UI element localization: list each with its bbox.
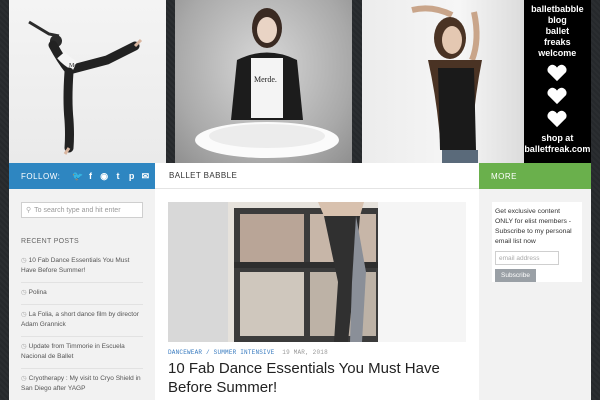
subscribe-button-label: Subscribe xyxy=(501,272,530,279)
right-sidebar: Get exclusive content ONLY for elist mem… xyxy=(479,189,591,400)
banner-photo-dancer-tutu[interactable]: Merde. xyxy=(174,0,352,163)
recent-post-link[interactable]: ◷ Cryotherapy : My visit to Cryo Shield i… xyxy=(21,369,143,400)
promo-text: balletbabble blog ballet freaks welcome xyxy=(531,4,584,59)
subscribe-text: Get exclusive content ONLY for elist mem… xyxy=(495,208,572,245)
left-sidebar: ⚲ To search type and hit enter RECENT PO… xyxy=(9,189,155,400)
email-field[interactable]: email address xyxy=(495,251,559,265)
clock-icon: ◷ xyxy=(21,257,27,264)
follow-label: FOLLOW: xyxy=(21,171,61,181)
post-title[interactable]: 10 Fab Dance Essentials You Must Have Be… xyxy=(168,359,468,397)
dancer-illustration: Merde. xyxy=(194,8,339,158)
recent-post-link[interactable]: ◷ 10 Fab Dance Essentials You Must Have B… xyxy=(21,251,143,283)
more-tab[interactable]: MORE xyxy=(479,163,591,189)
instagram-icon[interactable]: ◉ xyxy=(100,171,109,181)
recent-post-title: Polina xyxy=(28,289,47,296)
shirt-text: Merde. xyxy=(254,75,277,84)
promo-line: balletbabble xyxy=(531,4,584,14)
follow-bar: FOLLOW: 🐦 f ◉ t p ✉ xyxy=(9,163,155,189)
promo-line: ballet xyxy=(545,26,570,36)
more-label: MORE xyxy=(491,171,517,181)
promo-line: welcome xyxy=(538,48,577,58)
search-icon: ⚲ xyxy=(26,207,32,214)
promo-line: blog xyxy=(547,15,567,25)
recent-post-title: La Folia, a short dance film by director… xyxy=(21,311,139,328)
recent-post-title: Cryotherapy : My visit to Cryo Shield in… xyxy=(21,375,141,392)
banner-photo-dancer-arabesque[interactable]: Merde. xyxy=(9,0,166,163)
category-link-summer-intensive[interactable]: SUMMER INTENSIVE xyxy=(214,349,275,356)
recent-post-title: 10 Fab Dance Essentials You Must Have Be… xyxy=(21,257,130,274)
facebook-icon[interactable]: f xyxy=(86,171,95,181)
nav-bar: FOLLOW: 🐦 f ◉ t p ✉ BALLET BABBLE MORE xyxy=(9,163,591,189)
clock-icon: ◷ xyxy=(21,375,27,382)
nav-menu-ballet-babble[interactable]: BALLET BABBLE xyxy=(155,163,479,189)
tumblr-icon[interactable]: t xyxy=(114,171,123,181)
shop-promo-panel[interactable]: balletbabble blog ballet freaks welcome … xyxy=(523,0,592,163)
post-date: 19 MAR, 2018 xyxy=(282,349,328,356)
email-icon[interactable]: ✉ xyxy=(141,171,150,181)
post-meta: DANCEWEAR / SUMMER INTENSIVE 19 MAR, 201… xyxy=(168,349,328,356)
heart-icon xyxy=(547,64,567,82)
dancer-illustration xyxy=(411,5,482,163)
clock-icon: ◷ xyxy=(21,311,27,318)
featured-photo xyxy=(168,202,466,342)
header-banner: Merde. Merde. balletbabble blog ballet f… xyxy=(9,0,592,163)
nav-item-label: BALLET BABBLE xyxy=(169,171,238,180)
twitter-icon[interactable]: 🐦 xyxy=(72,171,83,181)
category-separator: / xyxy=(206,349,214,356)
subscribe-button[interactable]: Subscribe xyxy=(495,269,536,282)
email-placeholder: email address xyxy=(499,254,540,262)
category-link-dancewear[interactable]: DANCEWEAR xyxy=(168,349,202,356)
shop-link-line: shop at xyxy=(541,133,574,143)
recent-post-link[interactable]: ◷ Polina xyxy=(21,283,143,305)
recent-post-title: Update from Timmorie in Escuela Nacional… xyxy=(21,343,125,360)
shirt-text: Merde. xyxy=(69,63,87,69)
recent-posts-heading: RECENT POSTS xyxy=(21,238,79,245)
search-placeholder: To search type and hit enter xyxy=(34,206,121,214)
promo-line: freaks xyxy=(544,37,571,47)
search-input[interactable]: ⚲ To search type and hit enter xyxy=(21,202,143,218)
pinterest-icon[interactable]: p xyxy=(128,171,137,181)
post-featured-image[interactable] xyxy=(168,202,466,342)
subscribe-widget: Get exclusive content ONLY for elist mem… xyxy=(492,202,582,282)
dancer-illustration: Merde. xyxy=(28,20,143,155)
clock-icon: ◷ xyxy=(21,289,27,296)
shop-link-url: balletfreak.com xyxy=(524,144,591,154)
recent-post-link[interactable]: ◷ Update from Timmorie in Escuela Naciona… xyxy=(21,337,143,369)
shop-link[interactable]: shop at balletfreak.com xyxy=(524,133,591,155)
recent-posts-list: ◷ 10 Fab Dance Essentials You Must Have B… xyxy=(21,251,143,400)
recent-post-link[interactable]: ◷ La Folia, a short dance film by directo… xyxy=(21,305,143,337)
banner-photo-dancer-tank[interactable] xyxy=(361,0,524,163)
heart-icon xyxy=(547,87,567,105)
heart-icon xyxy=(547,110,567,128)
main-content: DANCEWEAR / SUMMER INTENSIVE 19 MAR, 201… xyxy=(155,189,479,400)
clock-icon: ◷ xyxy=(21,343,27,350)
